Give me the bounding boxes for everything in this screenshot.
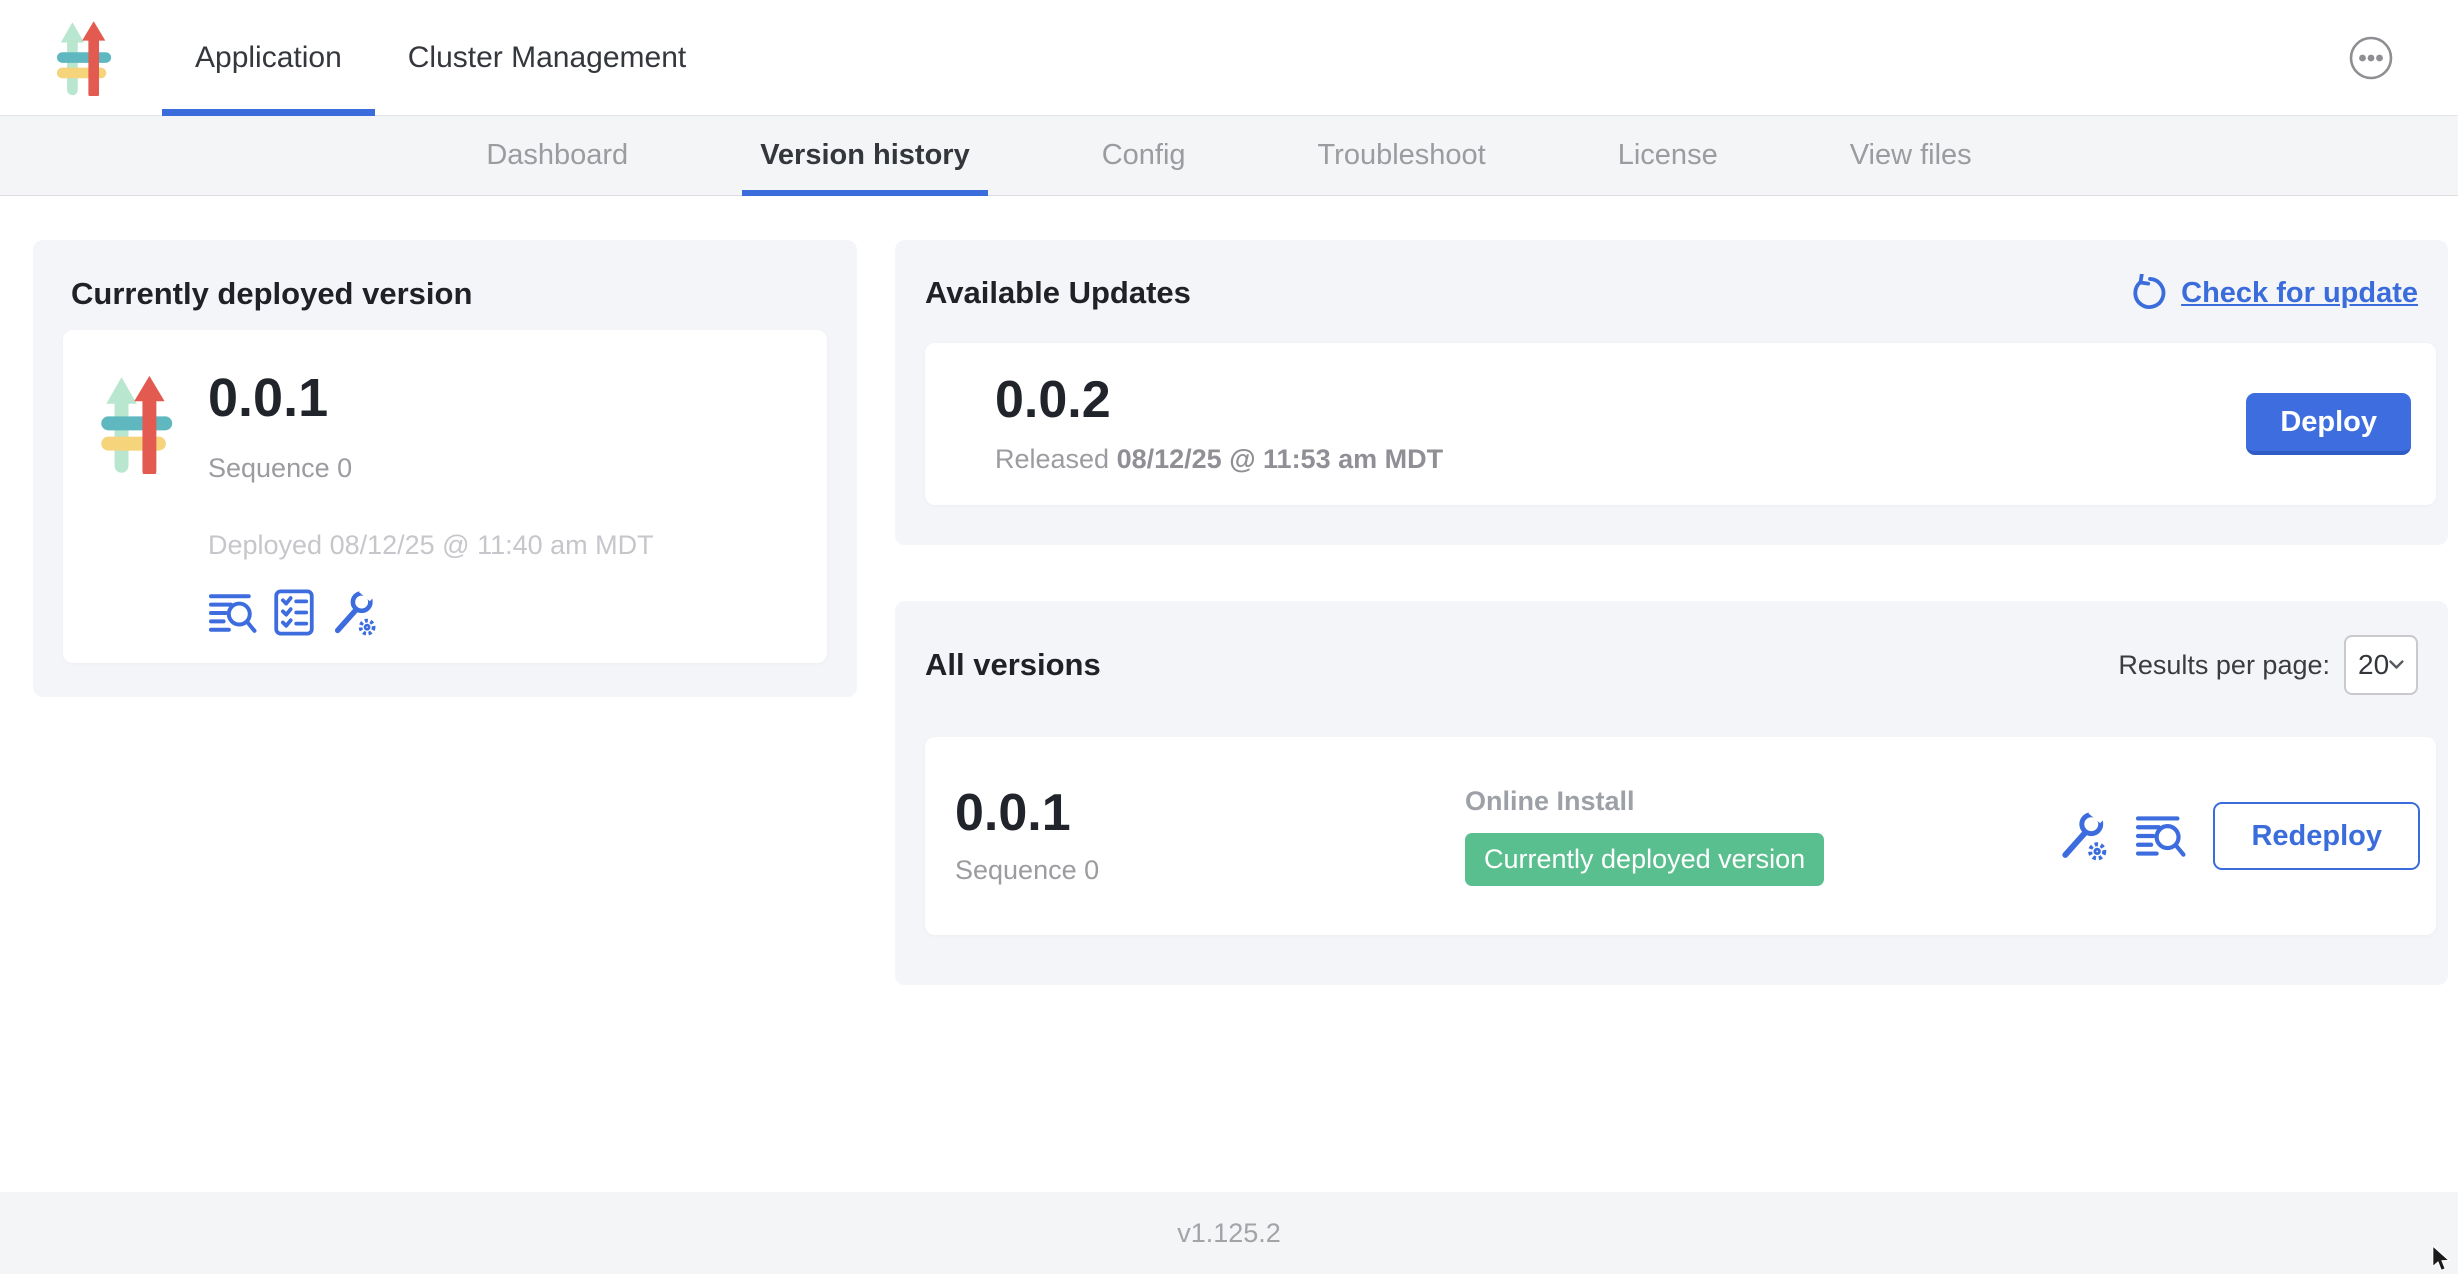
available-updates-card: Available Updates Check for update 0.0.2… xyxy=(895,240,2448,545)
results-per-page-label: Results per page: xyxy=(2118,650,2330,681)
tab-label: Dashboard xyxy=(486,139,628,172)
app-subnav: Dashboard Version history Config Trouble… xyxy=(0,116,2458,196)
overflow-menu-button[interactable] xyxy=(2348,35,2394,81)
row-actions: Redeploy xyxy=(2057,802,2420,870)
nav-tab-label: Cluster Management xyxy=(408,41,686,75)
all-versions-title: All versions xyxy=(925,647,1101,683)
tab-label: Config xyxy=(1102,139,1186,172)
config-icon xyxy=(330,589,378,637)
released-prefix: Released xyxy=(995,444,1109,474)
deployed-version-card: 0.0.1 Sequence 0 Deployed 08/12/25 @ 11:… xyxy=(63,330,827,663)
deployed-version-number: 0.0.1 xyxy=(208,370,654,427)
config-icon xyxy=(2057,810,2109,862)
deploy-logs-icon xyxy=(2135,813,2187,859)
update-version-info: 0.0.2 Released 08/12/25 @ 11:53 am MDT xyxy=(995,373,1443,475)
tab-license[interactable]: License xyxy=(1600,116,1736,195)
deployed-sequence-label: Sequence 0 xyxy=(208,453,654,484)
tab-label: Troubleshoot xyxy=(1318,139,1486,172)
tab-config[interactable]: Config xyxy=(1084,116,1204,195)
tab-label: View files xyxy=(1850,139,1972,172)
deployed-actions xyxy=(208,589,654,637)
check-for-update-link[interactable]: Check for update xyxy=(2131,274,2418,312)
row-version-info: 0.0.1 Sequence 0 xyxy=(955,786,1465,886)
available-updates-header: Available Updates Check for update xyxy=(895,240,2448,312)
redeploy-button[interactable]: Redeploy xyxy=(2213,802,2420,870)
row-sequence-label: Sequence 0 xyxy=(955,855,1465,886)
currently-deployed-card: Currently deployed version 0.0.1 Sequenc… xyxy=(33,240,857,697)
version-row: 0.0.1 Sequence 0 Online Install Currentl… xyxy=(925,737,2436,935)
row-install-info: Online Install Currently deployed versio… xyxy=(1465,786,1824,886)
chevron-down-icon xyxy=(2389,660,2404,670)
deployed-version-info: 0.0.1 Sequence 0 Deployed 08/12/25 @ 11:… xyxy=(208,370,654,663)
deploy-logs-button[interactable] xyxy=(208,591,258,635)
deploy-button[interactable]: Deploy xyxy=(2246,393,2411,455)
released-timestamp: Released 08/12/25 @ 11:53 am MDT xyxy=(995,444,1443,475)
results-per-page: Results per page: 20 xyxy=(2118,635,2418,695)
admin-console-app: Application Cluster Management Dashboard… xyxy=(0,0,2458,1274)
check-for-update-label: Check for update xyxy=(2181,277,2418,310)
tab-view-files[interactable]: View files xyxy=(1832,116,1990,195)
nav-tab-label: Application xyxy=(195,41,342,75)
app-logo-icon xyxy=(100,374,176,474)
nav-tab-cluster-management[interactable]: Cluster Management xyxy=(375,0,719,115)
top-header: Application Cluster Management xyxy=(0,0,2458,116)
available-updates-title: Available Updates xyxy=(925,275,1191,311)
deployed-timestamp: Deployed 08/12/25 @ 11:40 am MDT xyxy=(208,530,654,561)
app-logo-icon xyxy=(56,20,114,96)
row-config-button[interactable] xyxy=(2057,810,2109,862)
deploy-logs-icon xyxy=(208,591,258,635)
nav-tab-application[interactable]: Application xyxy=(162,0,375,115)
released-date: 08/12/25 @ 11:53 am MDT xyxy=(1117,444,1444,474)
config-button[interactable] xyxy=(330,589,378,637)
tab-version-history[interactable]: Version history xyxy=(742,116,988,195)
all-versions-header: All versions Results per page: 20 xyxy=(895,601,2448,695)
all-versions-card: All versions Results per page: 20 0.0.1 … xyxy=(895,601,2448,985)
app-footer: v1.125.2 xyxy=(0,1192,2458,1274)
row-deploy-logs-button[interactable] xyxy=(2135,813,2187,859)
row-version-number: 0.0.1 xyxy=(955,786,1465,841)
tab-troubleshoot[interactable]: Troubleshoot xyxy=(1300,116,1504,195)
preflight-checks-icon xyxy=(274,589,314,636)
tab-label: Version history xyxy=(760,139,970,172)
currently-deployed-title: Currently deployed version xyxy=(71,276,857,312)
preflight-checks-button[interactable] xyxy=(274,589,314,636)
tab-dashboard[interactable]: Dashboard xyxy=(468,116,646,195)
primary-nav: Application Cluster Management xyxy=(162,0,719,115)
install-type-label: Online Install xyxy=(1465,786,1824,817)
mouse-cursor xyxy=(2432,1246,2452,1272)
tab-label: License xyxy=(1618,139,1718,172)
update-version-card: 0.0.2 Released 08/12/25 @ 11:53 am MDT D… xyxy=(925,343,2436,505)
refresh-icon xyxy=(2131,274,2169,312)
results-per-page-select[interactable]: 20 xyxy=(2344,635,2418,695)
update-version-number: 0.0.2 xyxy=(995,373,1443,428)
currently-deployed-badge: Currently deployed version xyxy=(1465,833,1824,886)
results-per-page-value: 20 xyxy=(2358,649,2389,681)
console-version-label: v1.125.2 xyxy=(1177,1218,1281,1249)
